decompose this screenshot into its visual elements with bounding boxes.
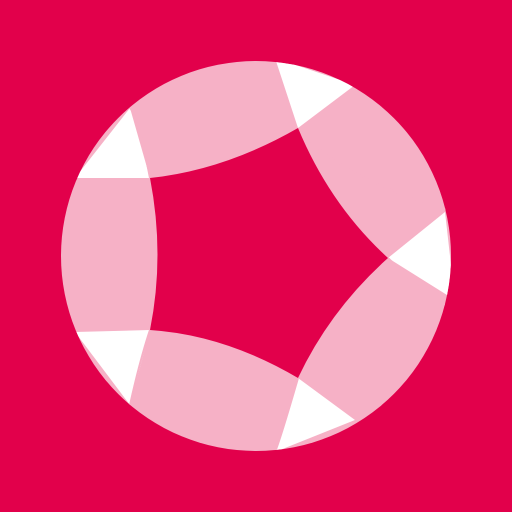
app-icon[interactable]: [0, 0, 512, 512]
pentagon-star-in-circle-logo-icon: [0, 0, 512, 512]
